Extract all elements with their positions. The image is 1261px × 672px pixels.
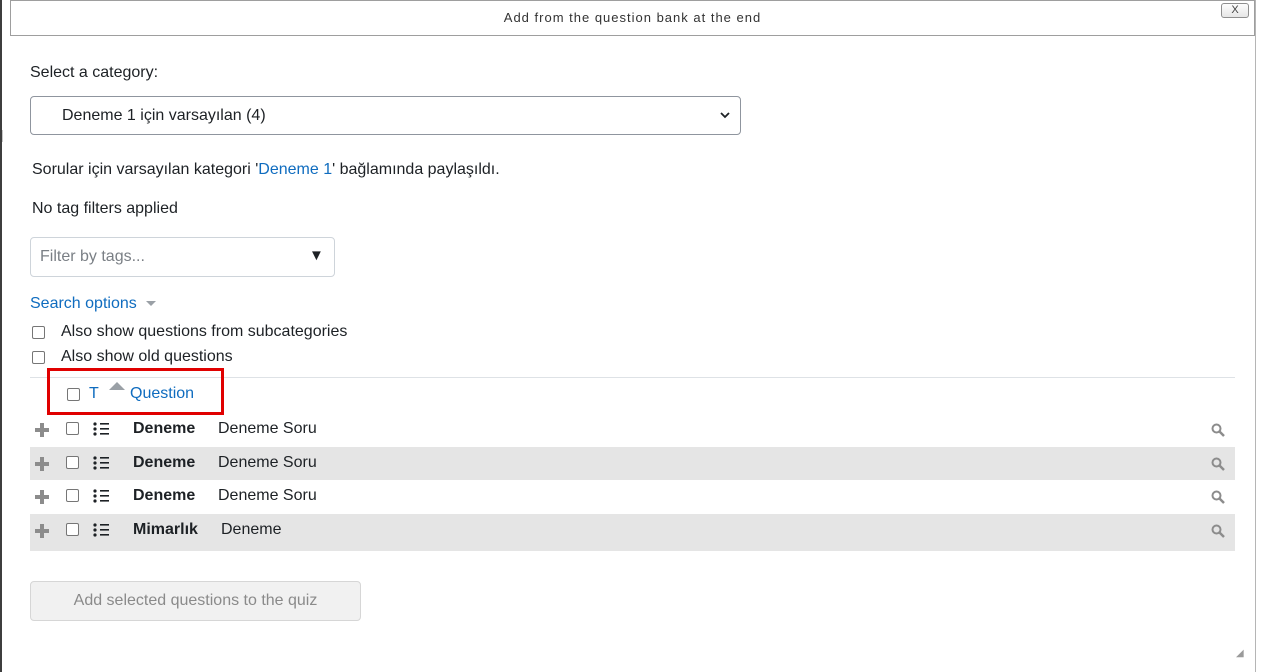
multichoice-icon [93,456,109,470]
left-edge-mark [2,130,6,142]
category-select[interactable]: Deneme 1 için varsayılan (4) [30,96,741,135]
question-name: Deneme [133,420,196,437]
dialog-title: Add from the question bank at the end [503,10,762,25]
tag-filter-placeholder: Filter by tags... [40,248,145,265]
category-label: Select a category: [30,64,159,81]
close-button[interactable]: X [1221,3,1249,18]
magnifier-icon[interactable] [1211,490,1225,504]
question-row: Deneme Deneme Soru [30,447,1235,480]
dropdown-arrow-icon[interactable]: ▼ [309,247,324,264]
search-options-toggle[interactable]: Search options [30,295,157,313]
category-select-value: Deneme 1 için varsayılan (4) [62,107,266,124]
question-checkbox[interactable] [66,456,79,469]
page-right-border [1255,0,1256,672]
multichoice-icon [93,523,109,537]
question-text: Deneme Soru [218,454,317,471]
question-name: Deneme [133,487,196,504]
question-text: Deneme Soru [218,420,317,437]
question-text: Deneme [221,521,282,538]
subcategories-checkbox[interactable] [32,326,45,339]
question-checkbox[interactable] [66,422,79,435]
subcategories-label: Also show questions from subcategories [61,323,348,340]
context-link[interactable]: Deneme 1 [258,161,332,178]
multichoice-icon [93,489,109,503]
tag-filter-input[interactable]: Filter by tags... ▼ [30,237,335,277]
dialog-titlebar: Add from the question bank at the end X [10,0,1255,36]
plus-icon[interactable] [34,523,50,539]
caret-down-icon [146,301,157,306]
plus-icon[interactable] [34,422,50,438]
resize-handle-icon[interactable]: ◢ [1236,648,1248,660]
tag-filter-status: No tag filters applied [32,200,178,217]
old-questions-checkbox[interactable] [32,351,45,364]
magnifier-icon[interactable] [1211,423,1225,437]
old-questions-label: Also show old questions [61,348,233,365]
chevron-down-icon [720,112,730,119]
question-row: Deneme Deneme Soru [30,413,1235,446]
shared-note-suffix: ' bağlamında paylaşıldı. [332,161,500,178]
question-row: Mimarlık Deneme [30,514,1235,547]
magnifier-icon[interactable] [1211,524,1225,538]
question-checkbox[interactable] [66,489,79,502]
question-text: Deneme Soru [218,487,317,504]
header-highlight-box [47,368,224,415]
question-name: Mimarlık [133,521,198,538]
add-selected-questions-button[interactable]: Add selected questions to the quiz [30,581,361,621]
magnifier-icon[interactable] [1211,457,1225,471]
shared-note-prefix: Sorular için varsayılan kategori ' [32,161,259,178]
question-row: Deneme Deneme Soru [30,480,1235,513]
question-name: Deneme [133,454,196,471]
question-checkbox[interactable] [66,523,79,536]
table-bottom-band [30,547,1235,551]
search-options-label[interactable]: Search options [30,295,137,312]
plus-icon[interactable] [34,489,50,505]
category-shared-note: Sorular için varsayılan kategori 'Deneme… [32,161,500,179]
plus-icon[interactable] [34,456,50,472]
multichoice-icon [93,422,109,436]
